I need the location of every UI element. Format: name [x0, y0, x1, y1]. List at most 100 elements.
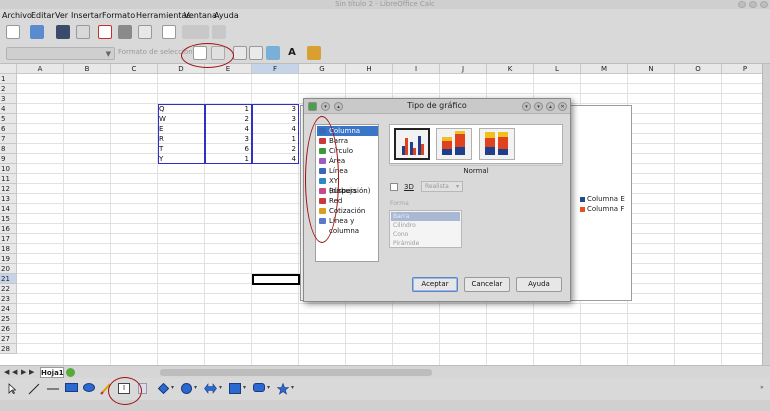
row-header[interactable]: 17 [0, 234, 17, 244]
row-header[interactable]: 12 [0, 184, 17, 194]
column-header[interactable]: G [299, 64, 346, 74]
row-header[interactable]: 24 [0, 304, 17, 314]
scale-text-icon[interactable]: A [285, 46, 299, 60]
chevron-down-icon[interactable]: ▾ [194, 384, 197, 391]
maximize-button[interactable] [749, 1, 757, 8]
row-header[interactable]: 6 [0, 124, 17, 134]
column-header[interactable]: M [581, 64, 628, 74]
row-header[interactable]: 2 [0, 84, 17, 94]
row-header[interactable]: 19 [0, 254, 17, 264]
spellcheck-icon[interactable] [162, 25, 176, 39]
column-header[interactable]: O [675, 64, 722, 74]
column-header[interactable]: A [17, 64, 64, 74]
basic-shapes-icon[interactable] [158, 383, 169, 394]
close-button[interactable] [760, 1, 768, 8]
row-header[interactable]: 1 [0, 74, 17, 84]
chevron-down-icon[interactable]: ▾ [243, 384, 246, 391]
line-arrow-icon[interactable] [46, 383, 60, 395]
row-header[interactable]: 14 [0, 204, 17, 214]
email-icon[interactable] [76, 25, 90, 39]
data-table-icon[interactable] [233, 46, 247, 60]
menu-herramientas[interactable]: Herramientas [136, 10, 191, 21]
row-header[interactable]: 8 [0, 144, 17, 154]
shape-item[interactable]: Cono [391, 230, 460, 239]
shape-item[interactable]: Barra [391, 212, 460, 221]
row-header[interactable]: 18 [0, 244, 17, 254]
threed-scheme-select[interactable]: Realista ▾ [421, 181, 463, 192]
select-all-corner[interactable] [0, 64, 17, 74]
dialog-maximize-icon[interactable]: ▴ [546, 102, 555, 111]
callouts-icon[interactable] [253, 383, 265, 392]
cancel-button[interactable]: Cancelar [464, 277, 510, 292]
minimize-button[interactable] [738, 1, 746, 8]
threed-checkbox[interactable] [390, 183, 398, 191]
symbol-shapes-icon[interactable] [181, 383, 192, 394]
new-document-icon[interactable] [6, 25, 20, 39]
column-header[interactable]: C [111, 64, 158, 74]
chevron-down-icon[interactable]: ▾ [171, 384, 174, 391]
active-cell-cursor[interactable] [252, 274, 300, 285]
row-header[interactable]: 10 [0, 164, 17, 174]
row-header[interactable]: 5 [0, 114, 17, 124]
shape-list[interactable]: Barra Cilindro Cono Pirámide [389, 210, 462, 248]
toolbar-overflow-icon[interactable]: » [760, 384, 764, 391]
chevron-down-icon[interactable]: ▾ [219, 384, 222, 391]
row-header[interactable]: 11 [0, 174, 17, 184]
next-sheet-icon[interactable]: ▶ [21, 368, 26, 376]
cut-icon[interactable] [182, 25, 196, 39]
print-preview-icon[interactable] [138, 25, 152, 39]
column-header[interactable]: N [628, 64, 675, 74]
ok-button[interactable]: Aceptar [412, 277, 458, 292]
select-arrow-icon[interactable] [8, 383, 16, 394]
rectangle-icon[interactable] [65, 383, 78, 392]
redo-icon[interactable] [212, 25, 226, 39]
add-sheet-icon[interactable] [66, 368, 75, 377]
print-icon[interactable] [118, 25, 132, 39]
stars-icon[interactable] [277, 383, 289, 395]
menu-editar[interactable]: Editar [31, 10, 55, 21]
row-header[interactable]: 15 [0, 214, 17, 224]
open-folder-icon[interactable] [30, 25, 44, 39]
first-sheet-icon[interactable]: ◀ [4, 368, 9, 376]
line-icon[interactable] [28, 383, 40, 395]
horizontal-grids-icon[interactable] [249, 46, 263, 60]
style-combo[interactable]: ▼ [6, 47, 115, 60]
menu-ventana[interactable]: Ventana [184, 10, 217, 21]
column-header[interactable]: F [252, 64, 299, 74]
block-arrows-icon[interactable] [204, 383, 217, 394]
column-header[interactable]: J [440, 64, 487, 74]
undo-icon[interactable] [195, 25, 209, 39]
row-header[interactable]: 25 [0, 314, 17, 324]
row-header[interactable]: 27 [0, 334, 17, 344]
last-sheet-icon[interactable]: ▶ [29, 368, 34, 376]
column-header[interactable]: I [393, 64, 440, 74]
variant-normal[interactable] [394, 128, 430, 160]
prev-sheet-icon[interactable]: ◀ [12, 368, 17, 376]
shape-item[interactable]: Pirámide [391, 239, 460, 248]
row-header[interactable]: 4 [0, 104, 17, 114]
row-header[interactable]: 23 [0, 294, 17, 304]
variant-stacked[interactable] [436, 128, 472, 160]
column-header[interactable]: K [487, 64, 534, 74]
dialog-minimize-icon[interactable]: ▾ [534, 102, 543, 111]
vertical-scrollbar[interactable] [762, 64, 770, 365]
column-header[interactable]: H [346, 64, 393, 74]
save-icon[interactable] [56, 25, 70, 39]
shape-item[interactable]: Cilindro [391, 221, 460, 230]
menu-insertar[interactable]: Insertar [71, 10, 102, 21]
row-header[interactable]: 7 [0, 134, 17, 144]
row-header[interactable]: 28 [0, 344, 17, 354]
dialog-close-icon[interactable]: ✕ [558, 102, 567, 111]
variant-percent-stacked[interactable] [479, 128, 515, 160]
menu-archivo[interactable]: Archivo [2, 10, 32, 21]
dialog-keep-above-icon[interactable]: ▾ [522, 102, 531, 111]
row-header[interactable]: 3 [0, 94, 17, 104]
row-header[interactable]: 9 [0, 154, 17, 164]
row-header[interactable]: 20 [0, 264, 17, 274]
auto-layout-icon[interactable] [307, 46, 321, 60]
help-button[interactable]: Ayuda [516, 277, 562, 292]
menu-formato[interactable]: Formato [102, 10, 135, 21]
row-header[interactable]: 21 [0, 274, 17, 284]
row-header[interactable]: 16 [0, 224, 17, 234]
menu-ver[interactable]: Ver [55, 10, 68, 21]
